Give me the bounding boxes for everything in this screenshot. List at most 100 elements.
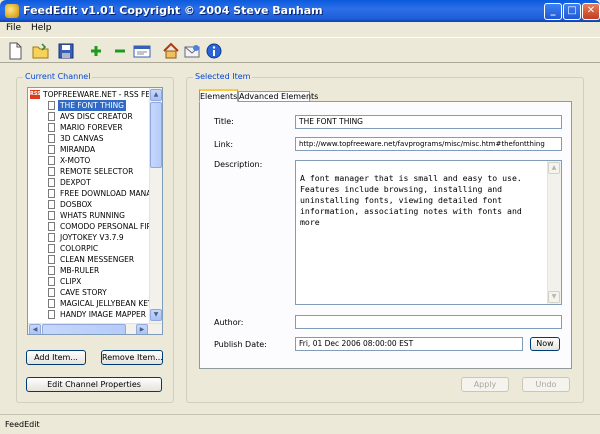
undo-button[interactable]: Undo — [522, 377, 570, 392]
tree-item-label: MARIO FOREVER — [60, 123, 123, 132]
close-button[interactable]: ✕ — [582, 3, 600, 20]
title-input[interactable]: THE FONT THING — [295, 115, 562, 129]
tree-item-label: MIRANDA — [60, 145, 96, 154]
status-text: FeedEdit — [5, 420, 40, 429]
scroll-h-thumb[interactable] — [42, 324, 126, 334]
tree-item[interactable]: CLIPX — [28, 276, 149, 287]
tree-item-label: DEXPOT — [60, 178, 91, 187]
page-icon — [48, 266, 55, 275]
tree-item[interactable]: FREE DOWNLOAD MANAG — [28, 188, 157, 199]
page-icon — [48, 123, 55, 132]
tree-vertical-scrollbar[interactable]: ▲ ▼ — [149, 88, 162, 323]
scroll-thumb[interactable] — [150, 102, 162, 168]
link-input[interactable]: http://www.topfreeware.net/favprograms/m… — [295, 137, 562, 151]
publish-date-label: Publish Date: — [214, 340, 267, 349]
page-icon — [48, 200, 55, 209]
tree-item[interactable]: CAVE STORY — [28, 287, 149, 298]
tree-item[interactable]: AVS DISC CREATOR — [28, 111, 149, 122]
page-icon — [48, 233, 55, 242]
channel-tree[interactable]: RSS TOPFREEWARE.NET - RSS FE THE FONT TH… — [27, 87, 163, 335]
tree-item[interactable]: MB-RULER — [28, 265, 149, 276]
description-text: A font manager that is small and easy to… — [300, 173, 522, 227]
tree-item[interactable]: COLORPIC — [28, 243, 149, 254]
tree-item[interactable]: MAGICAL JELLYBEAN KEY — [28, 298, 153, 309]
title-label: Title: — [214, 117, 234, 126]
rss-icon: RSS — [30, 90, 41, 99]
page-icon — [48, 277, 55, 286]
open-folder-icon[interactable] — [32, 42, 50, 60]
tree-root[interactable]: RSS TOPFREEWARE.NET - RSS FE — [28, 89, 152, 100]
scroll-up-button[interactable]: ▲ — [150, 89, 162, 101]
toolbar — [0, 37, 600, 63]
tree-item[interactable]: DOSBOX — [28, 199, 149, 210]
home-icon[interactable] — [162, 42, 180, 60]
new-file-icon[interactable] — [6, 42, 24, 60]
tree-item[interactable]: DEXPOT — [28, 177, 149, 188]
tree-item-label: CLIPX — [60, 277, 82, 286]
remove-item-button[interactable]: Remove Item... — [101, 350, 163, 365]
tree-item-label: FREE DOWNLOAD MANAG — [60, 189, 158, 198]
add-icon[interactable] — [87, 42, 105, 60]
email-icon[interactable] — [183, 42, 201, 60]
scroll-right-button[interactable]: ▶ — [136, 324, 148, 334]
description-scrollbar[interactable]: ▲ ▼ — [547, 161, 561, 304]
tree-item[interactable]: REMOTE SELECTOR — [28, 166, 149, 177]
desc-scroll-down-button[interactable]: ▼ — [548, 291, 560, 303]
tree-item[interactable]: HANDY IMAGE MAPPER — [28, 309, 149, 320]
tree-item-label: X-MOTO — [60, 156, 91, 165]
title-bar[interactable]: FeedEdit v1.01 Copyright © 2004 Steve Ba… — [0, 0, 600, 22]
tree-item-label: COMODO PERSONAL FIRE — [60, 222, 157, 231]
tree-item[interactable]: WHATS RUNNING — [28, 210, 149, 221]
remove-icon[interactable] — [111, 42, 129, 60]
page-icon — [48, 310, 55, 319]
tree-item-label: HANDY IMAGE MAPPER — [60, 310, 146, 319]
menu-help[interactable]: Help — [31, 23, 52, 33]
edit-channel-icon[interactable] — [133, 42, 151, 60]
tree-item[interactable]: JOYTOKEY V3.7.9 — [28, 232, 149, 243]
tree-item[interactable]: CLEAN MESSENGER — [28, 254, 149, 265]
apply-button[interactable]: Apply — [461, 377, 509, 392]
tree-horizontal-scrollbar[interactable]: ◀ ▶ — [28, 323, 162, 334]
tree-item-label: COLORPIC — [60, 244, 99, 253]
tree-item-label: JOYTOKEY V3.7.9 — [60, 233, 124, 242]
tree-item[interactable]: MIRANDA — [28, 144, 149, 155]
author-input[interactable] — [295, 315, 562, 329]
tree-item[interactable]: 3D CANVAS — [28, 133, 149, 144]
edit-channel-properties-button[interactable]: Edit Channel Properties — [26, 377, 162, 392]
maximize-button[interactable]: □ — [563, 3, 581, 20]
tree-item[interactable]: THE FONT THING — [28, 100, 149, 111]
description-textarea[interactable]: A font manager that is small and easy to… — [295, 160, 562, 305]
tree-item[interactable]: COMODO PERSONAL FIRE — [28, 221, 157, 232]
tree-item-label: DOSBOX — [60, 200, 93, 209]
add-item-button[interactable]: Add Item... — [26, 350, 86, 365]
tree-item-label: THE FONT THING — [58, 100, 126, 111]
save-icon[interactable] — [57, 42, 75, 60]
page-icon — [48, 112, 55, 121]
page-icon — [48, 101, 55, 110]
current-channel-label: Current Channel — [23, 72, 93, 81]
now-button[interactable]: Now — [530, 337, 560, 351]
page-icon — [48, 145, 55, 154]
selected-item-label: Selected Item — [193, 72, 253, 81]
page-icon — [48, 255, 55, 264]
tree-item[interactable]: X-MOTO — [28, 155, 149, 166]
publish-date-input[interactable]: Fri, 01 Dec 2006 08:00:00 EST — [295, 337, 523, 351]
scroll-left-button[interactable]: ◀ — [29, 324, 41, 334]
desc-scroll-up-button[interactable]: ▲ — [548, 162, 560, 174]
window-title: FeedEdit v1.01 Copyright © 2004 Steve Ba… — [23, 4, 323, 17]
tab-elements[interactable]: Elements — [199, 89, 238, 102]
description-label: Description: — [214, 160, 263, 169]
tree-item-label: WHATS RUNNING — [60, 211, 125, 220]
status-bar: FeedEdit — [0, 414, 600, 434]
scroll-down-button[interactable]: ▼ — [150, 309, 162, 321]
info-icon[interactable] — [205, 42, 223, 60]
minimize-button[interactable]: _ — [544, 3, 562, 20]
menu-file[interactable]: File — [6, 23, 21, 33]
app-icon — [5, 4, 19, 18]
tree-item-label: CAVE STORY — [60, 288, 107, 297]
page-icon — [48, 134, 55, 143]
menu-bar: File Help — [0, 22, 600, 36]
tree-item-label: MB-RULER — [60, 266, 100, 275]
page-icon — [48, 299, 55, 308]
tree-item[interactable]: MARIO FOREVER — [28, 122, 149, 133]
